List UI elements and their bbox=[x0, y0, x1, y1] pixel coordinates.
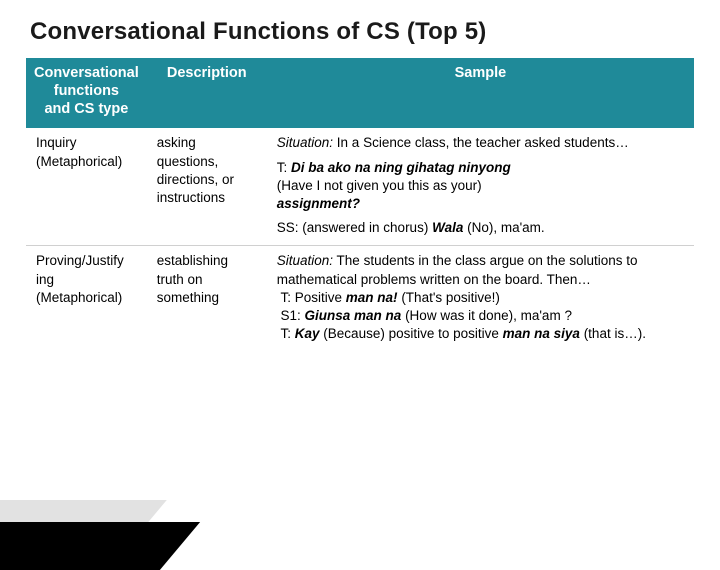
sit1-text: In a Science class, the teacher asked st… bbox=[333, 135, 629, 150]
func1-l1: Inquiry bbox=[36, 135, 77, 150]
l1-post: (That's positive!) bbox=[398, 290, 500, 305]
sit2-label: Situation: bbox=[277, 253, 333, 268]
l3-mid: (Because) positive to positive bbox=[320, 326, 503, 341]
l2-bi: Giunsa man na bbox=[305, 308, 402, 323]
slide-accent bbox=[0, 430, 210, 560]
header-sample: Sample bbox=[267, 58, 694, 128]
cell-desc-1: asking questions, directions, or instruc… bbox=[147, 128, 267, 246]
ss1-bold: Wala bbox=[432, 220, 463, 235]
ss1-rest: (No), ma'am. bbox=[463, 220, 544, 235]
header-description: Description bbox=[147, 58, 267, 128]
cell-func-2: Proving/Justify ing (Metaphorical) bbox=[26, 246, 147, 351]
header-func-l1: Conversational bbox=[34, 65, 139, 81]
l2-pre: S1: bbox=[281, 308, 305, 323]
func1-l2: (Metaphorical) bbox=[36, 154, 122, 169]
page-title: Conversational Functions of CS (Top 5) bbox=[0, 0, 720, 58]
table-row: Proving/Justify ing (Metaphorical) estab… bbox=[26, 246, 694, 351]
accent-dark-bar bbox=[0, 522, 200, 570]
t1-assign: assignment? bbox=[277, 196, 360, 211]
cell-desc-2: establishing truth on something bbox=[147, 246, 267, 351]
func2-l1: Proving/Justify bbox=[36, 253, 124, 268]
l3-bi1: Kay bbox=[295, 326, 320, 341]
cell-sample-2: Situation: The students in the class arg… bbox=[267, 246, 694, 351]
t1-paren: (Have I not given you this as your) bbox=[277, 178, 482, 193]
table-header-row: Conversational functions and CS type Des… bbox=[26, 58, 694, 128]
table-row: Inquiry (Metaphorical) asking questions,… bbox=[26, 128, 694, 246]
t1-label: T: bbox=[277, 160, 291, 175]
l3-pre: T: bbox=[281, 326, 295, 341]
t1-phrase: Di ba ako na ning gihatag ninyong bbox=[291, 160, 511, 175]
header-functions: Conversational functions and CS type bbox=[26, 58, 147, 128]
main-table: Conversational functions and CS type Des… bbox=[26, 58, 694, 352]
accent-light-bar bbox=[0, 500, 167, 540]
l1-bi: man na! bbox=[346, 290, 398, 305]
cell-func-1: Inquiry (Metaphorical) bbox=[26, 128, 147, 246]
l3-bi2: man na siya bbox=[503, 326, 580, 341]
l1-pre: T: Positive bbox=[281, 290, 346, 305]
header-func-l2: functions bbox=[54, 83, 119, 99]
cell-sample-1: Situation: In a Science class, the teach… bbox=[267, 128, 694, 246]
ss1-label: SS: (answered in chorus) bbox=[277, 220, 432, 235]
header-func-l3: and CS type bbox=[44, 101, 128, 117]
l2-post: (How was it done), ma'am ? bbox=[401, 308, 572, 323]
l3-post: (that is…). bbox=[580, 326, 646, 341]
sit1-label: Situation: bbox=[277, 135, 333, 150]
func2-l3: (Metaphorical) bbox=[36, 290, 122, 305]
func2-l2: ing bbox=[36, 272, 54, 287]
